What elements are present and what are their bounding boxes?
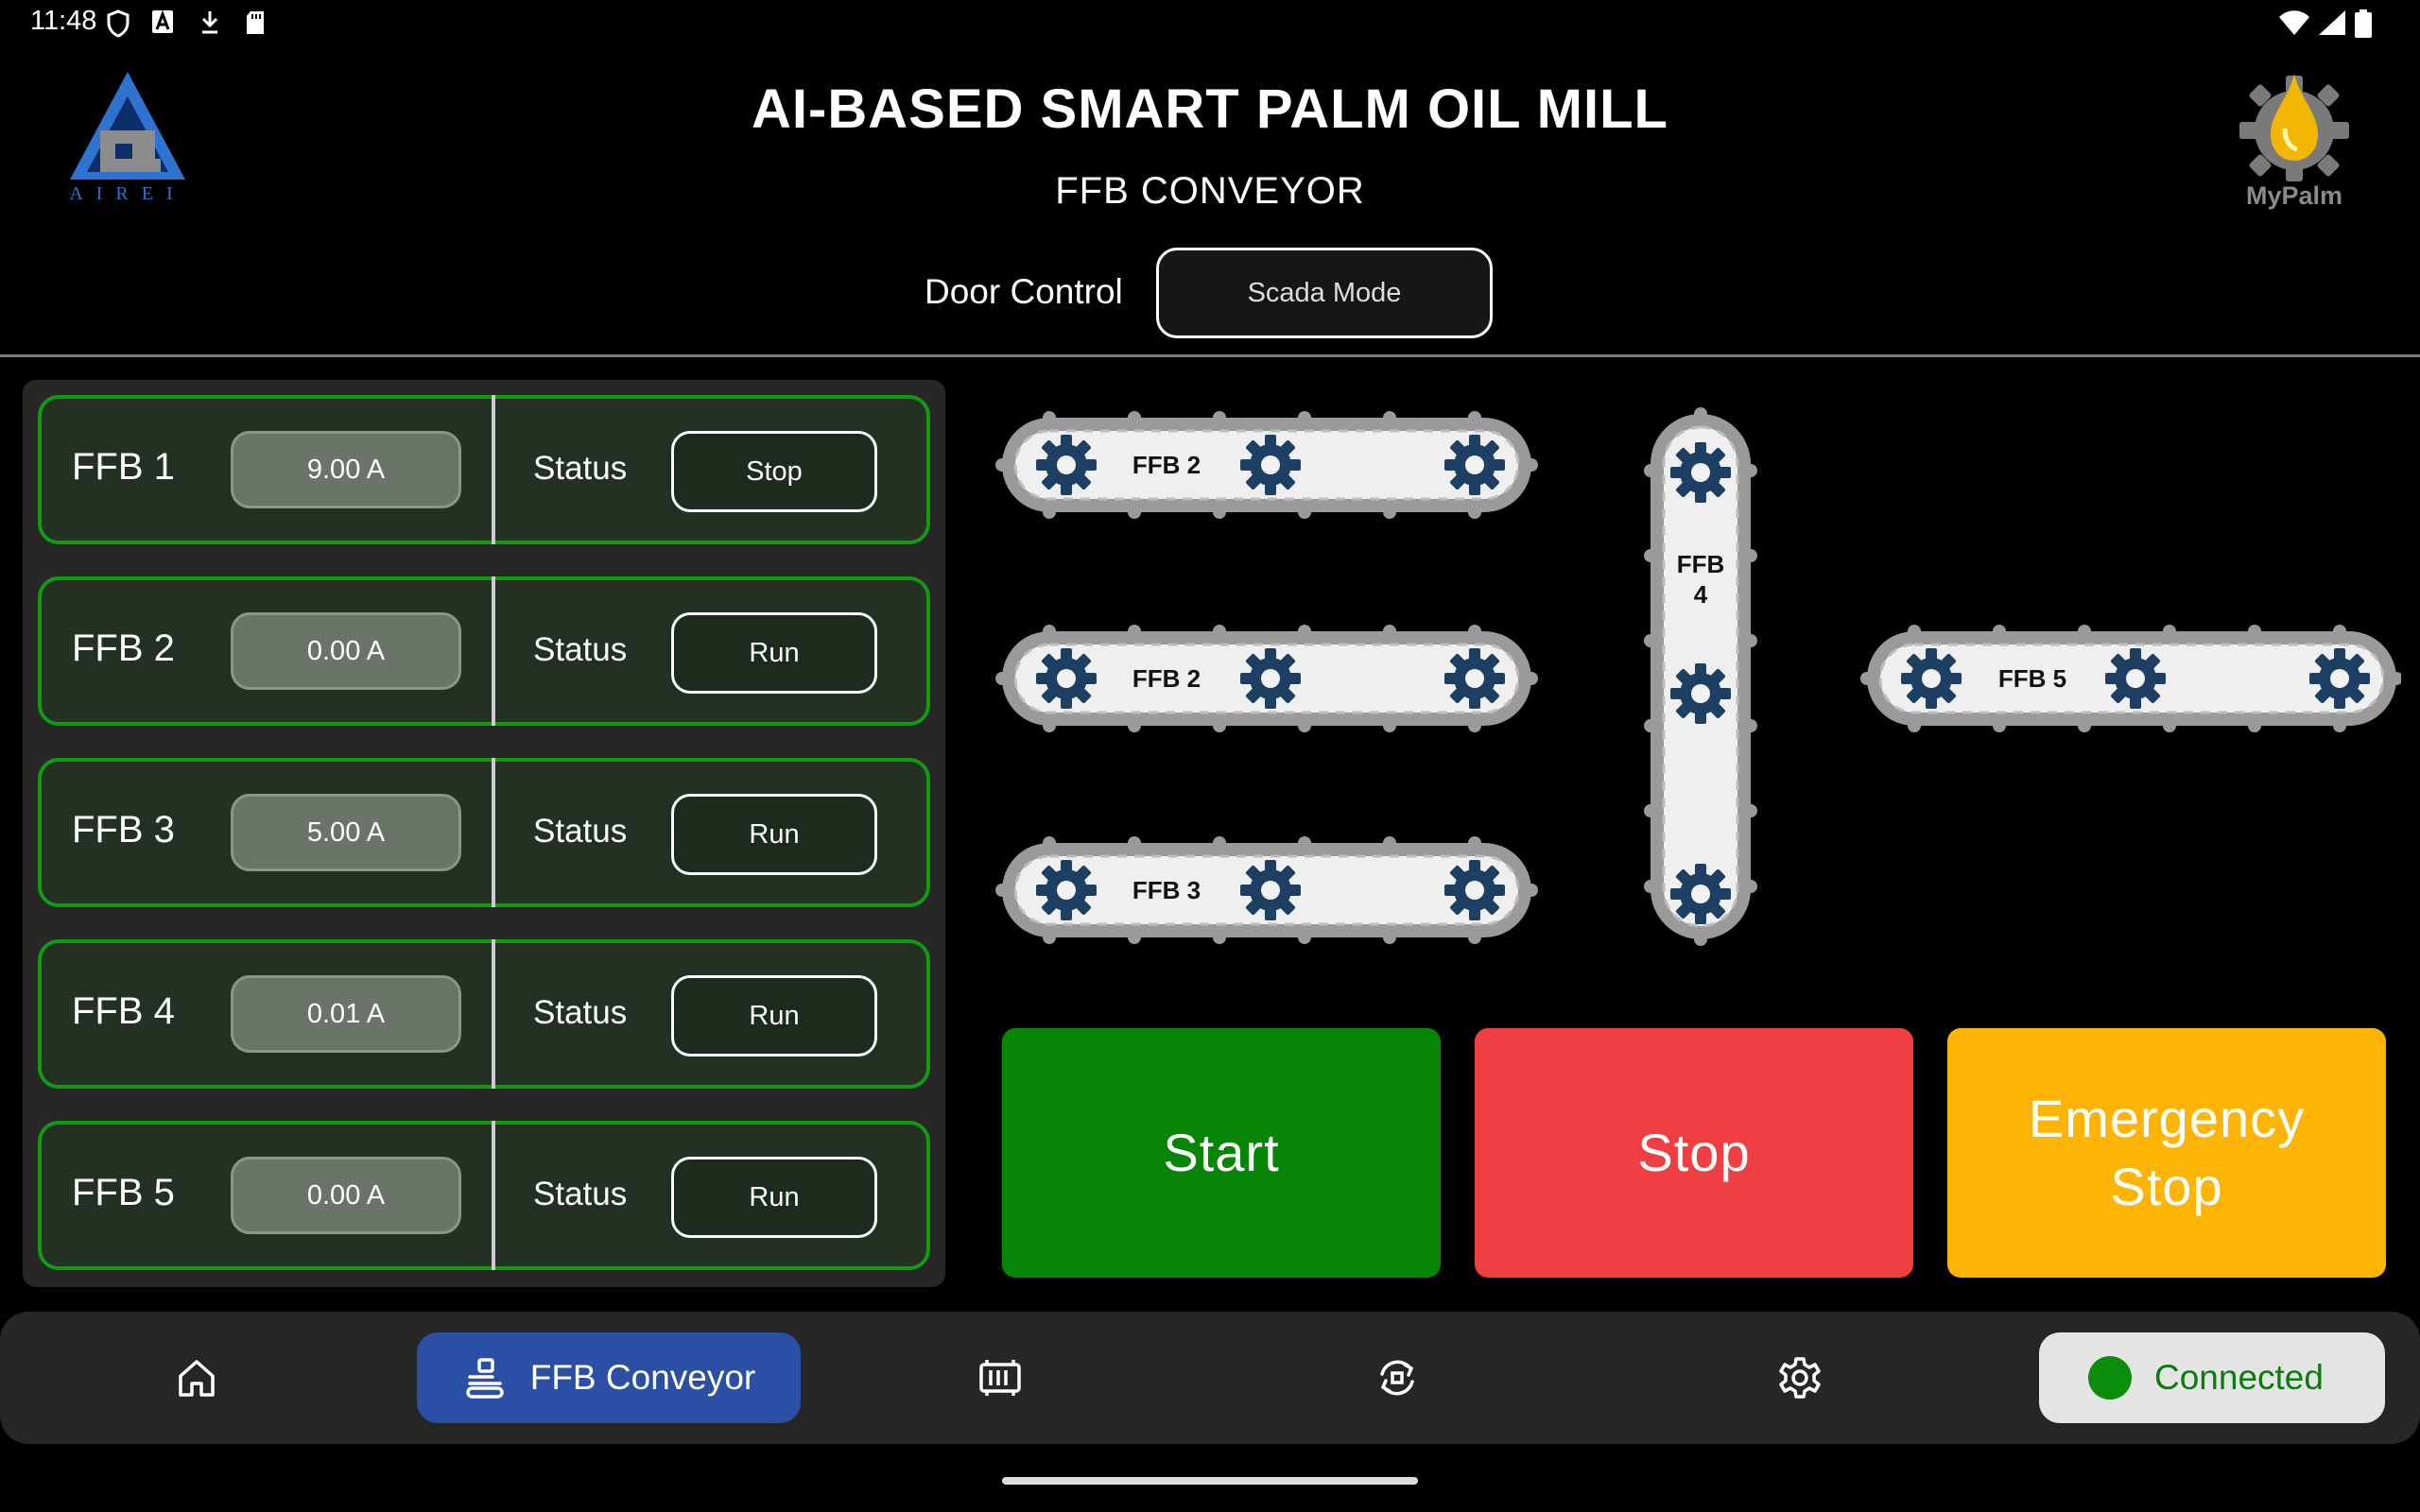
signal-icon bbox=[2319, 10, 2345, 35]
conveyor-ffb4-vertical bbox=[1644, 407, 1757, 946]
ffb-name: FFB 1 bbox=[72, 446, 175, 488]
status-bar: 11:48 bbox=[0, 0, 2420, 45]
status-badge[interactable]: Run bbox=[671, 975, 877, 1057]
conveyor-icon bbox=[465, 1358, 504, 1399]
row-divider bbox=[492, 395, 495, 544]
stop-button[interactable]: Stop bbox=[1475, 1028, 1913, 1278]
font-a-icon bbox=[152, 9, 173, 33]
ffb-current-reading: 9.00 A bbox=[231, 431, 461, 508]
emergency-stop-button[interactable]: Emergency Stop bbox=[1947, 1028, 2386, 1278]
conveyor-ffb3 bbox=[995, 836, 1538, 944]
ffb-row-1: FFB 1 9.00 A Status Stop bbox=[38, 395, 930, 544]
settings-icon bbox=[1779, 1357, 1821, 1399]
nav-ffb-conveyor-label: FFB Conveyor bbox=[529, 1358, 756, 1397]
ffb-name: FFB 4 bbox=[72, 990, 175, 1032]
battery-icon bbox=[2355, 9, 2372, 38]
emergency-stop-label-line2: Stop bbox=[2110, 1157, 2223, 1216]
ffb-row-4: FFB 4 0.01 A Status Run bbox=[38, 939, 930, 1089]
conveyor-label: FFB 5 bbox=[1998, 664, 2066, 693]
page-subtitle: FFB CONVEYOR bbox=[1055, 170, 1365, 212]
conveyor-ffb2-middle bbox=[995, 625, 1538, 732]
status-badge[interactable]: Run bbox=[671, 612, 877, 694]
conveyor-diagram: FFB 2 FFB 2 FFB 3 FFB 5 FFB 4 bbox=[983, 407, 2401, 946]
ffb-name: FFB 5 bbox=[72, 1172, 175, 1213]
row-divider bbox=[492, 939, 495, 1089]
status-label: Status bbox=[533, 994, 628, 1031]
ffb-current-reading: 0.00 A bbox=[231, 1157, 461, 1234]
conveyor-ffb5 bbox=[1860, 625, 2401, 732]
status-label: Status bbox=[533, 450, 628, 487]
ffb-name: FFB 3 bbox=[72, 809, 175, 850]
door-control-label: Door Control bbox=[925, 272, 1123, 311]
nav-machine[interactable] bbox=[955, 1332, 1046, 1423]
conveyor-label: FFB 2 bbox=[1132, 451, 1201, 479]
ffb-current-reading: 5.00 A bbox=[231, 794, 461, 871]
ffb-row-3: FFB 3 5.00 A Status Run bbox=[38, 758, 930, 907]
sync-icon bbox=[1380, 1360, 1414, 1396]
wifi-icon bbox=[2279, 10, 2309, 35]
connection-status-label: Connected bbox=[2154, 1358, 2324, 1397]
gesture-bar[interactable] bbox=[1002, 1477, 1418, 1485]
status-badge[interactable]: Run bbox=[671, 794, 877, 875]
status-label: Status bbox=[533, 813, 628, 850]
machine-icon bbox=[979, 1360, 1021, 1396]
nav-ffb-conveyor[interactable]: FFB Conveyor bbox=[417, 1332, 801, 1423]
bottom-navigation: FFB Conveyor Connected bbox=[0, 1312, 2420, 1444]
ffb-row-2: FFB 2 0.00 A Status Run bbox=[38, 576, 930, 726]
row-divider bbox=[492, 1121, 495, 1270]
ffb-status-panel: FFB 1 9.00 A Status Stop FFB 2 0.00 A St… bbox=[23, 380, 945, 1287]
ffb-current-reading: 0.01 A bbox=[231, 975, 461, 1053]
ffb-row-5: FFB 5 0.00 A Status Run bbox=[38, 1121, 930, 1270]
header-divider bbox=[0, 354, 2420, 357]
page-title: AI-BASED SMART PALM OIL MILL bbox=[752, 78, 1668, 140]
conveyor-label: FFB 3 bbox=[1132, 876, 1201, 904]
conveyor-ffb2-top bbox=[995, 411, 1538, 519]
sd-card-icon bbox=[247, 11, 264, 34]
status-label: Status bbox=[533, 631, 628, 668]
ffb-current-reading: 0.00 A bbox=[231, 612, 461, 690]
emergency-stop-label-line1: Emergency bbox=[2028, 1089, 2306, 1148]
home-icon bbox=[179, 1360, 215, 1397]
status-time: 11:48 bbox=[30, 6, 97, 36]
row-divider bbox=[492, 758, 495, 907]
row-divider bbox=[492, 576, 495, 726]
status-badge[interactable]: Run bbox=[671, 1157, 877, 1238]
nav-sync[interactable] bbox=[1352, 1332, 1443, 1423]
status-badge[interactable]: Stop bbox=[671, 431, 877, 512]
ffb-name: FFB 2 bbox=[72, 627, 175, 669]
conveyor-label: 4 bbox=[1694, 580, 1708, 609]
shield-icon bbox=[107, 9, 130, 38]
conveyor-label: FFB 2 bbox=[1132, 664, 1201, 693]
start-button[interactable]: Start bbox=[1002, 1028, 1441, 1278]
nav-settings[interactable] bbox=[1754, 1332, 1845, 1423]
connected-indicator-dot bbox=[2088, 1356, 2132, 1400]
status-label: Status bbox=[533, 1176, 628, 1212]
download-icon bbox=[201, 11, 218, 34]
nav-home[interactable] bbox=[151, 1332, 242, 1423]
conveyor-label: FFB bbox=[1677, 550, 1725, 578]
connection-status[interactable]: Connected bbox=[2039, 1332, 2385, 1423]
scada-mode-button[interactable]: Scada Mode bbox=[1156, 248, 1493, 338]
